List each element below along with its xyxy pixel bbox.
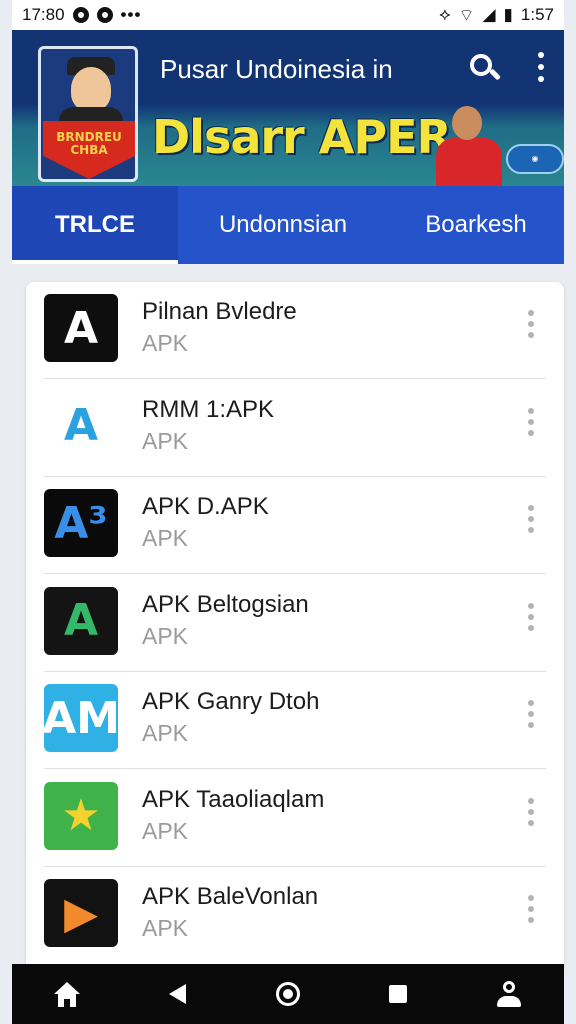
app-name: APK Taaoliaqlam	[142, 785, 325, 813]
app-logo: BRNDREU CHBA	[38, 46, 138, 182]
list-item[interactable]: A³ APK D.APK APK	[26, 477, 564, 574]
app-name: RMM 1:APK	[142, 395, 275, 423]
dot	[528, 624, 534, 631]
status-bar: 17:80 ••• ⟡ ⌔ ◢ ▮ 1:57	[12, 0, 564, 30]
dot	[528, 516, 534, 522]
app-name: APK D.APK	[142, 493, 269, 520]
dot	[528, 819, 534, 826]
app-name: APK BaleVonlan	[142, 883, 319, 910]
play-logo-icon: ▶	[44, 879, 118, 947]
battery-icon: ▮	[503, 5, 513, 24]
ab-logo-icon: A³	[44, 489, 118, 557]
a-logo-green-orange-icon: A	[44, 586, 118, 655]
more-options-button[interactable]	[526, 505, 536, 533]
dot	[528, 332, 534, 338]
app-type: APK	[142, 817, 189, 844]
star-logo-icon: ★	[44, 781, 118, 850]
notification-icon	[72, 7, 89, 23]
more-vert-icon	[528, 310, 534, 316]
more-options-button[interactable]	[526, 895, 536, 923]
more-vert-icon	[528, 700, 534, 706]
status-clock: 1:57	[520, 5, 554, 24]
app-type: APK	[142, 525, 189, 551]
banner-badge: ◉	[506, 144, 564, 174]
more-vert-icon	[528, 602, 534, 609]
more-vert-icon	[528, 797, 534, 804]
dot	[528, 808, 534, 815]
a-logo-blue-red-icon: A	[44, 391, 118, 460]
more-options-button[interactable]	[526, 310, 536, 338]
banner-headline: Dlsarr APER	[152, 110, 452, 164]
more-options-button[interactable]	[526, 602, 536, 631]
dot	[528, 917, 534, 923]
dot	[528, 613, 534, 620]
more-options-button[interactable]	[526, 407, 536, 436]
list-item[interactable]: A RMM 1:APK APK	[26, 380, 564, 477]
signal-icon: ◢	[482, 5, 496, 24]
app-name: APK Ganry Dtoh	[142, 688, 320, 715]
list-item[interactable]: A APK Beltogsian APK	[26, 575, 564, 672]
more-vert-icon	[528, 505, 534, 511]
app-name: APK Beltogsian	[142, 590, 309, 618]
a-logo-black-icon: A	[44, 294, 118, 362]
app-name: Pilnan Bvledre	[142, 298, 297, 325]
tab-undonnsian[interactable]: Undonnsian	[178, 186, 388, 264]
navigation-bar	[12, 964, 564, 1024]
tab-bar: TRLCE Undonnsian Boarkesh	[12, 186, 564, 264]
status-time: 17:80	[22, 5, 65, 24]
app-header: BRNDREU CHBA Pusar Undoinesia in Dlsarr …	[12, 30, 564, 186]
app-type: APK	[142, 330, 189, 356]
list-item[interactable]: A Pilnan Bvledre APK	[26, 282, 564, 379]
logo-face	[71, 67, 111, 111]
overflow-menu-button[interactable]	[534, 52, 548, 82]
dot	[528, 906, 534, 912]
dot	[528, 429, 534, 436]
home-circle-icon[interactable]	[268, 974, 308, 1014]
tab-boarkesh[interactable]: Boarkesh	[388, 186, 564, 264]
app-type: APK	[142, 622, 189, 649]
tab-trlce[interactable]: TRLCE	[12, 186, 178, 264]
back-icon[interactable]	[158, 974, 198, 1014]
app-type: APK	[142, 915, 189, 941]
app-type: APK	[142, 427, 189, 454]
more-vert-icon	[538, 52, 544, 58]
logo-text: BRNDREU CHBA	[56, 130, 122, 157]
wifi-icon: ⌔	[458, 5, 475, 25]
profile-icon[interactable]	[489, 974, 529, 1014]
app-type: APK	[142, 720, 189, 746]
dot	[528, 527, 534, 533]
notification-icon	[96, 7, 113, 23]
page-title: Pusar Undoinesia in	[160, 54, 393, 84]
more-options-button[interactable]	[526, 700, 536, 728]
dot	[528, 418, 534, 425]
banner-image	[422, 104, 518, 186]
search-button[interactable]	[468, 52, 502, 86]
home-icon[interactable]	[47, 974, 87, 1014]
vibrate-icon: ⟡	[439, 5, 451, 24]
dot	[528, 722, 534, 728]
recents-icon[interactable]	[378, 974, 418, 1014]
dot	[528, 711, 534, 717]
more-vert-icon	[528, 407, 534, 414]
list-item[interactable]: ★ APK Taaoliaqlam APK	[26, 770, 564, 867]
more-options-button[interactable]	[526, 797, 536, 826]
list-item[interactable]: AM APK Ganry Dtoh APK	[26, 672, 564, 769]
more-notifications-icon: •••	[120, 5, 142, 24]
dot	[528, 321, 534, 327]
app-list: A Pilnan Bvledre APK A RMM 1:APK APK A³ APK D.A…	[26, 282, 564, 972]
list-item[interactable]: ▶ APK BaleVonlan APK	[26, 867, 564, 964]
more-vert-icon	[528, 895, 534, 901]
am-logo-icon: AM	[44, 684, 118, 752]
